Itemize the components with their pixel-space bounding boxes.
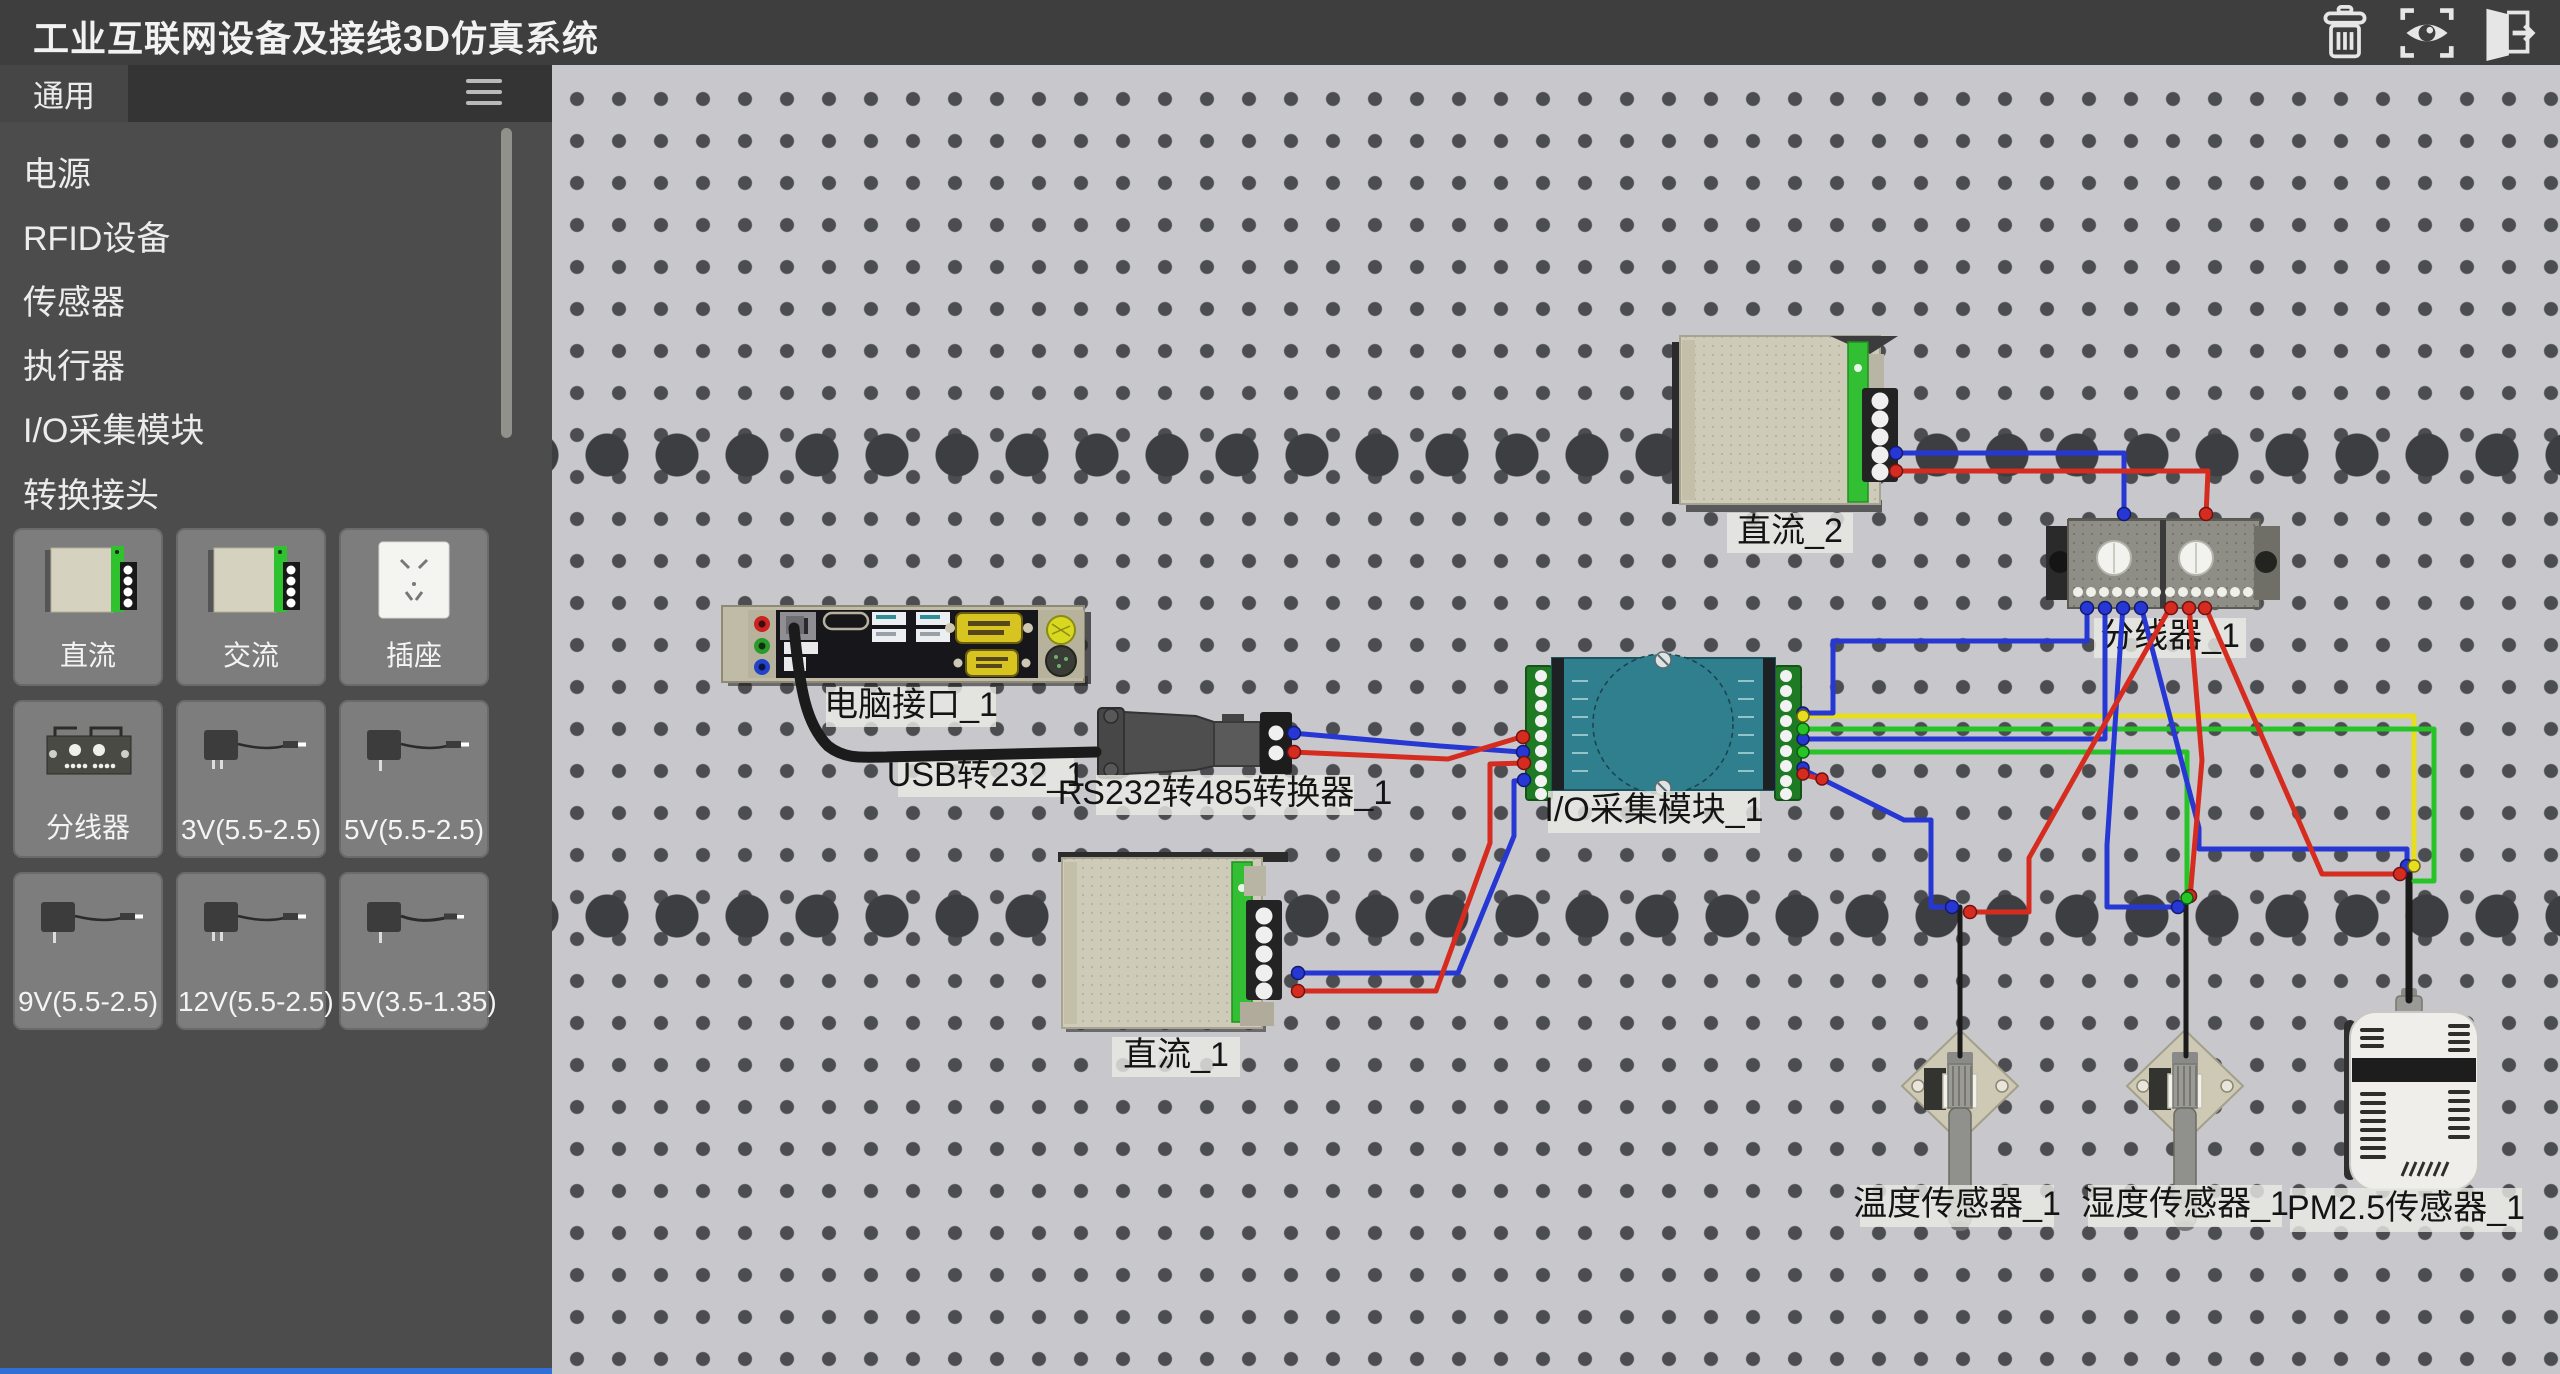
card-label: 插座 [341, 634, 487, 674]
menu-icon[interactable] [466, 79, 502, 109]
card-5v[interactable]: 5V(5.5-2.5) [339, 700, 489, 858]
device-dc-power-1[interactable] [1058, 852, 1288, 1032]
card-label: 直流 [15, 634, 161, 674]
trash-icon[interactable] [2316, 5, 2374, 61]
device-io-module[interactable] [1526, 652, 1801, 800]
workspace-canvas[interactable]: 电脑接口_1 USB转232_1 RS232转485转换器_1 I/O采集模块_… [552, 65, 2560, 1374]
card-label: 12V(5.5-2.5) [178, 986, 324, 1018]
component-sidebar: 通用 电源 RFID设备 传感器 执行器 I/O采集模块 转换接头 直流 [0, 65, 552, 1374]
card-socket[interactable]: 插座 [339, 528, 489, 686]
sidebar-item-io[interactable]: I/O采集模块 [23, 403, 204, 452]
card-3v[interactable]: 3V(5.5-2.5) [176, 700, 326, 858]
device-dc-power-2[interactable] [1672, 336, 1898, 512]
card-label: 交流 [178, 634, 324, 674]
card-label: 3V(5.5-2.5) [178, 814, 324, 846]
wire-io-blue-splitter2[interactable] [1800, 606, 2105, 739]
sidebar-item-actuator[interactable]: 执行器 [23, 339, 125, 388]
sidebar-item-rfid[interactable]: RFID设备 [23, 211, 170, 260]
sidebar-item-adapter[interactable]: 转换接头 [23, 468, 159, 517]
wire-dc2-red[interactable] [1892, 471, 2208, 516]
top-bar: 工业互联网设备及接线3D仿真系统 [0, 0, 2560, 66]
label-dc2: 直流_2 [1737, 512, 1843, 550]
sidebar-item-sensor[interactable]: 传感器 [23, 275, 125, 324]
sidebar-scrollbar[interactable] [501, 128, 512, 438]
card-label: 分线器 [15, 806, 161, 846]
card-12v[interactable]: 12V(5.5-2.5) [176, 872, 326, 1030]
card-label: 5V(5.5-2.5) [341, 814, 487, 846]
tab-general[interactable]: 通用 [0, 65, 128, 122]
app-window: 工业互联网设备及接线3D仿真系统 通 [0, 0, 2560, 1374]
wire-dc2-blue[interactable] [1892, 453, 2124, 516]
card-splitter[interactable]: 分线器 [13, 700, 163, 858]
wire-io-blue-temp[interactable] [1800, 768, 1954, 907]
label-humid: 湿度传感器_1 [2081, 1185, 2289, 1223]
card-dc[interactable]: 直流 [13, 528, 163, 686]
exit-icon[interactable] [2478, 5, 2536, 61]
label-rs: RS232转485转换器_1 [1058, 774, 1393, 812]
label-dc1: 直流_1 [1123, 1036, 1229, 1074]
device-rs232-485-converter[interactable] [1098, 708, 1292, 778]
device-pc-interface[interactable] [722, 606, 1091, 686]
card-ac[interactable]: 交流 [176, 528, 326, 686]
device-splitter[interactable] [2046, 518, 2280, 608]
card-9v[interactable]: 9V(5.5-2.5) [13, 872, 163, 1030]
label-pm: PM2.5传感器_1 [2287, 1189, 2525, 1227]
sidebar-bottom-accent [0, 1368, 552, 1374]
wire-io-green-humid[interactable] [1800, 752, 2187, 900]
card-5v-135[interactable]: 5V(3.5-1.35) [339, 872, 489, 1030]
label-pc: 电脑接口_1 [824, 686, 998, 724]
tab-bar: 通用 [0, 65, 552, 122]
label-io: I/O采集模块_1 [1544, 791, 1763, 829]
app-title: 工业互联网设备及接线3D仿真系统 [33, 10, 599, 62]
wire-rs-red[interactable] [1292, 737, 1521, 759]
view-focus-icon[interactable] [2398, 5, 2456, 61]
card-label: 5V(3.5-1.35) [341, 986, 487, 1018]
wire-io-blue-splitter1[interactable] [1800, 606, 2087, 713]
device-pm25-sensor[interactable] [2344, 988, 2478, 1190]
sidebar-item-power[interactable]: 电源 [23, 147, 91, 196]
card-label: 9V(5.5-2.5) [15, 986, 161, 1018]
label-temp: 温度传感器_1 [1853, 1185, 2061, 1223]
